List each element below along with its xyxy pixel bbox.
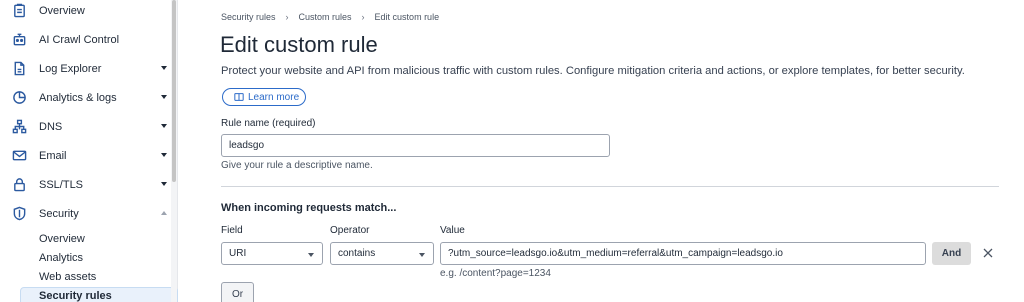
operator-select-value: contains [338, 248, 376, 259]
sidebar-item-ssl-tls[interactable]: SSL/TLS [0, 170, 171, 199]
chart-pie-icon [12, 90, 27, 105]
sidebar-item-label: Log Explorer [39, 62, 102, 75]
field-select-value: URI [229, 248, 247, 259]
match-section-title: When incoming requests match... [221, 202, 397, 214]
value-label: Value [440, 225, 465, 236]
network-icon [12, 119, 27, 134]
chevron-down-icon[interactable] [161, 124, 167, 128]
page-description: Protect your website and API from malici… [221, 65, 965, 77]
book-icon [234, 93, 244, 101]
chevron-down-icon [419, 253, 425, 257]
learn-more-button[interactable]: Learn more [222, 88, 306, 106]
chevron-down-icon[interactable] [161, 95, 167, 99]
chevron-down-icon[interactable] [161, 153, 167, 157]
breadcrumb-separator-icon: › [361, 12, 365, 22]
close-icon[interactable] [981, 246, 995, 260]
divider [221, 186, 999, 187]
lock-icon [12, 177, 27, 192]
sidebar-item-ai-crawl-control[interactable]: AI Crawl Control [0, 25, 171, 54]
email-icon [12, 148, 27, 163]
chevron-down-icon[interactable] [161, 66, 167, 70]
rule-name-help: Give your rule a descriptive name. [221, 160, 373, 171]
sidebar-item-label: DNS [39, 120, 63, 133]
document-icon [12, 61, 27, 76]
shield-icon [12, 206, 27, 221]
chevron-up-icon[interactable] [161, 211, 167, 215]
sidebar-subitem-web-assets[interactable]: Web assets [39, 271, 96, 283]
value-example: e.g. /content?page=1234 [440, 268, 551, 279]
or-button[interactable]: Or [221, 282, 254, 302]
sidebar-item-label: Security [39, 207, 79, 220]
field-select[interactable]: URI [221, 242, 323, 265]
clipboard-icon [12, 3, 27, 18]
sidebar-item-label: Overview [39, 4, 85, 17]
sidebar-item-label: Analytics & logs [39, 91, 117, 104]
robot-icon [12, 32, 27, 47]
breadcrumb-current: Edit custom rule [374, 12, 440, 22]
sidebar-item-security[interactable]: Security [0, 199, 171, 228]
breadcrumb-custom-rules[interactable]: Custom rules [299, 12, 352, 22]
sidebar-item-label: AI Crawl Control [39, 33, 120, 46]
sidebar-item-analytics-logs[interactable]: Analytics & logs [0, 83, 171, 112]
sidebar-item-dns[interactable]: DNS [0, 112, 171, 141]
sidebar-item-email[interactable]: Email [0, 141, 171, 170]
rule-name-label: Rule name (required) [221, 118, 316, 129]
value-input[interactable]: ?utm_source=leadsgo.io&utm_medium=referr… [440, 242, 926, 265]
and-button[interactable]: And [932, 242, 971, 265]
breadcrumb-security-rules[interactable]: Security rules [221, 12, 276, 22]
sidebar-scrollbar-thumb[interactable] [172, 0, 176, 182]
field-label: Field [221, 225, 243, 236]
sidebar-subitem-overview[interactable]: Overview [39, 233, 85, 245]
sidebar-subitem-security-rules-label: Security rules [39, 290, 112, 302]
chevron-down-icon [308, 253, 314, 257]
sidebar: Overview AI Crawl Control Log Explorer A… [0, 0, 178, 302]
chevron-down-icon[interactable] [161, 182, 167, 186]
breadcrumb: Security rules › Custom rules › Edit cus… [221, 12, 439, 22]
rule-name-input[interactable]: leadsgo [221, 134, 610, 157]
sidebar-item-log-explorer[interactable]: Log Explorer [0, 54, 171, 83]
sidebar-item-label: SSL/TLS [39, 178, 84, 191]
page-title: Edit custom rule [220, 32, 378, 57]
sidebar-item-label: Email [39, 149, 67, 162]
operator-select[interactable]: contains [330, 242, 434, 265]
breadcrumb-separator-icon: › [285, 12, 289, 22]
operator-label: Operator [330, 225, 370, 236]
sidebar-subitem-analytics[interactable]: Analytics [39, 252, 83, 264]
learn-more-label: Learn more [248, 91, 300, 103]
sidebar-item-overview[interactable]: Overview [0, 0, 171, 25]
